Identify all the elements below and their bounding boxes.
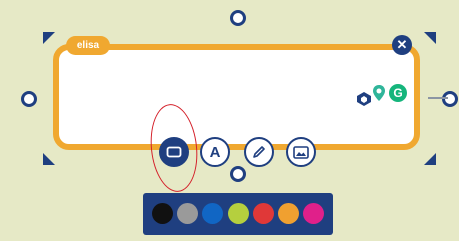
location-pin-icon[interactable] <box>371 85 387 101</box>
selection-corner-top-left[interactable] <box>43 32 55 44</box>
color-swatch-orange[interactable] <box>278 203 299 224</box>
selection-corner-bottom-left[interactable] <box>43 153 55 165</box>
text-tool-button[interactable]: A <box>200 137 230 167</box>
color-swatch-blue[interactable] <box>202 203 223 224</box>
connect-handle-right[interactable] <box>442 91 458 107</box>
color-swatch-gray[interactable] <box>177 203 198 224</box>
color-swatch-lime[interactable] <box>228 203 249 224</box>
author-tag: elisa <box>66 36 110 55</box>
rectangle-icon <box>166 146 182 158</box>
close-icon: ✕ <box>396 37 408 52</box>
image-icon <box>293 145 309 159</box>
connect-handle-top[interactable] <box>230 10 246 26</box>
grammarly-icon[interactable]: G <box>389 84 407 102</box>
pencil-icon <box>253 146 265 158</box>
delete-button[interactable]: ✕ <box>392 35 412 55</box>
connect-handle-left[interactable] <box>21 91 37 107</box>
text-a-icon: A <box>209 143 221 161</box>
color-swatch-red[interactable] <box>253 203 274 224</box>
whiteboard-canvas[interactable]: elisa ✕ G A <box>0 0 459 241</box>
pen-tool-button[interactable] <box>244 137 274 167</box>
selection-corner-bottom-right[interactable] <box>424 153 436 165</box>
selection-corner-top-right[interactable] <box>424 32 436 44</box>
color-swatch-magenta[interactable] <box>303 203 324 224</box>
connect-handle-bottom[interactable] <box>230 166 246 182</box>
image-tool-button[interactable] <box>286 137 316 167</box>
color-swatch-black[interactable] <box>152 203 173 224</box>
rectangle-tool-button[interactable] <box>159 137 189 167</box>
connector-line <box>428 97 448 99</box>
